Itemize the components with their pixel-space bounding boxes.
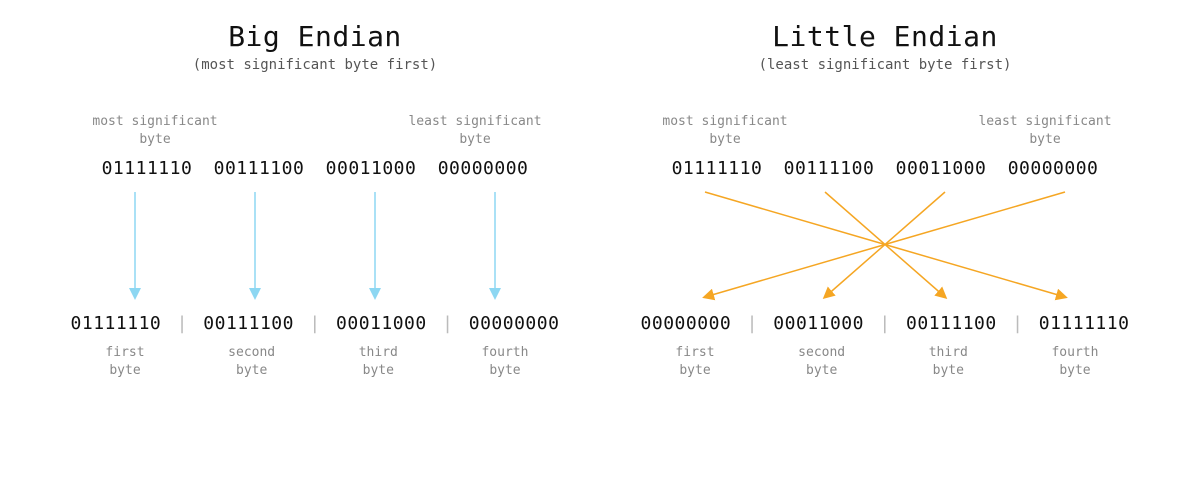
big-endian-title: Big Endian xyxy=(228,20,402,53)
least-significant-label: least significant byte xyxy=(405,113,545,148)
annot-line-1: most significant xyxy=(662,114,787,129)
first-byte-label: first byte xyxy=(70,344,180,379)
annot-line-2: byte xyxy=(459,132,490,147)
second-byte-label: second byte xyxy=(767,344,877,379)
ord-line-2: byte xyxy=(1059,363,1090,378)
little-endian-title: Little Endian xyxy=(772,20,998,53)
little-endian-panel: Little Endian (least significant byte fi… xyxy=(615,20,1155,480)
byte-separator: | xyxy=(875,313,894,334)
second-byte-label: second byte xyxy=(197,344,307,379)
ord-line-1: first xyxy=(105,345,144,360)
ord-line-2: byte xyxy=(236,363,267,378)
little-arrows xyxy=(640,187,1130,307)
third-byte-label: third byte xyxy=(323,344,433,379)
little-ord-row: first byte second byte third byte fourth… xyxy=(640,344,1130,379)
byte-value: 00111100 xyxy=(906,313,997,334)
big-ord-row: first byte second byte third byte fourth… xyxy=(70,344,560,379)
little-annot-row: most significant byte least significant … xyxy=(655,113,1115,148)
ord-line-1: third xyxy=(929,345,968,360)
big-source-bytes: 01111110 00111100 00011000 00000000 xyxy=(102,158,529,179)
ord-line-2: byte xyxy=(489,363,520,378)
big-dest-bytes: 01111110 | 00111100 | 00011000 | 0000000… xyxy=(71,313,560,334)
annot-line-1: least significant xyxy=(408,114,541,129)
ord-line-2: byte xyxy=(109,363,140,378)
annot-line-2: byte xyxy=(1029,132,1060,147)
annot-line-1: least significant xyxy=(978,114,1111,129)
annot-line-1: most significant xyxy=(92,114,217,129)
most-significant-label: most significant byte xyxy=(85,113,225,148)
least-significant-label: least significant byte xyxy=(975,113,1115,148)
little-endian-subtitle: (least significant byte first) xyxy=(759,57,1012,73)
annot-line-2: byte xyxy=(709,132,740,147)
ord-line-1: second xyxy=(798,345,845,360)
fourth-byte-label: fourth byte xyxy=(1020,344,1130,379)
fourth-byte-label: fourth byte xyxy=(450,344,560,379)
byte-separator: | xyxy=(743,313,762,334)
little-source-bytes: 01111110 00111100 00011000 00000000 xyxy=(672,158,1099,179)
first-byte-label: first byte xyxy=(640,344,750,379)
big-annot-row: most significant byte least significant … xyxy=(85,113,545,148)
ord-line-2: byte xyxy=(363,363,394,378)
byte-separator: | xyxy=(305,313,324,334)
ord-line-1: fourth xyxy=(481,345,528,360)
most-significant-label: most significant byte xyxy=(655,113,795,148)
little-dest-bytes: 00000000 | 00011000 | 00111100 | 0111111… xyxy=(641,313,1130,334)
ord-line-2: byte xyxy=(679,363,710,378)
byte-value: 01111110 xyxy=(71,313,162,334)
big-arrows xyxy=(70,187,560,307)
big-endian-panel: Big Endian (most significant byte first)… xyxy=(45,20,585,480)
big-endian-subtitle: (most significant byte first) xyxy=(193,57,437,73)
annot-line-2: byte xyxy=(139,132,170,147)
byte-separator: | xyxy=(438,313,457,334)
ord-line-1: first xyxy=(675,345,714,360)
ord-line-1: third xyxy=(359,345,398,360)
byte-value: 01111110 xyxy=(1039,313,1130,334)
ord-line-2: byte xyxy=(933,363,964,378)
byte-value: 00011000 xyxy=(773,313,864,334)
ord-line-1: second xyxy=(228,345,275,360)
byte-value: 00011000 xyxy=(336,313,427,334)
byte-value: 00111100 xyxy=(203,313,294,334)
byte-separator: | xyxy=(173,313,192,334)
byte-value: 00000000 xyxy=(469,313,560,334)
ord-line-2: byte xyxy=(806,363,837,378)
ord-line-1: fourth xyxy=(1051,345,1098,360)
third-byte-label: third byte xyxy=(893,344,1003,379)
byte-value: 00000000 xyxy=(641,313,732,334)
byte-separator: | xyxy=(1008,313,1027,334)
